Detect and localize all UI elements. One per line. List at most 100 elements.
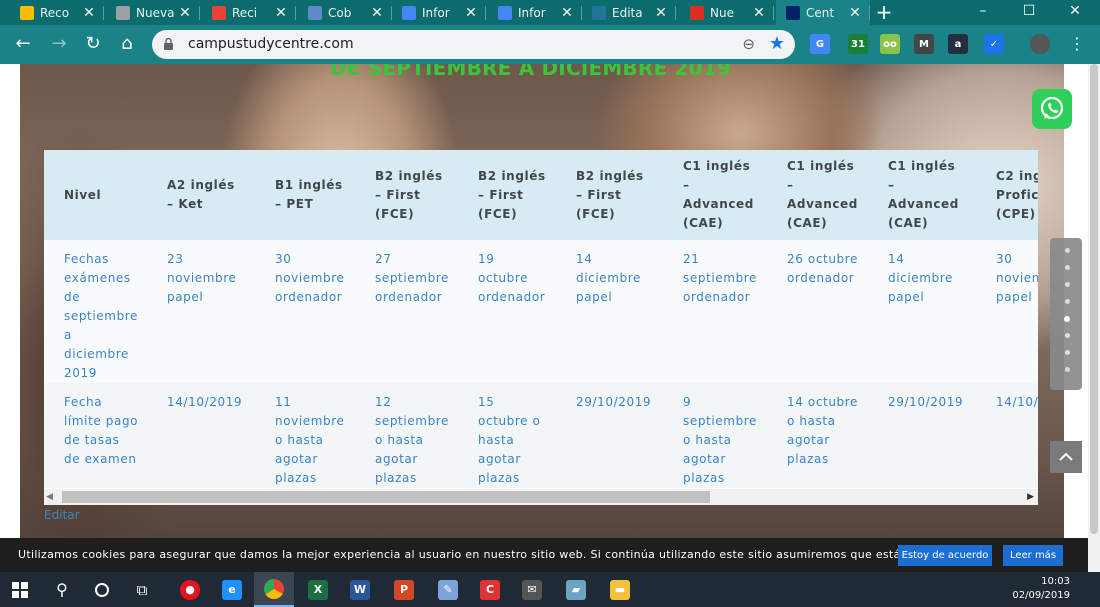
browser-tab[interactable]: Cob ✕ — [298, 0, 392, 25]
paint-icon: ✎ — [438, 579, 458, 600]
cortana-icon[interactable] — [82, 572, 122, 607]
taskbar-app-button[interactable]: ▰ — [556, 572, 596, 607]
powerpoint-icon: P — [394, 579, 414, 600]
taskbar-app-button[interactable]: ▬ — [600, 572, 640, 607]
browser-tab[interactable]: Nueva p✕ — [106, 0, 200, 25]
section-dot[interactable] — [1065, 248, 1070, 253]
close-tab-icon[interactable]: ✕ — [176, 5, 194, 21]
taskbar-app-button[interactable]: P — [384, 572, 424, 607]
table-cell: 30 noviembre papel — [976, 240, 1038, 383]
table-scroll-area[interactable]: Nivel A2 inglés – Ket B1 inglés – PET B2 in… — [44, 150, 1038, 488]
tab-separator — [869, 6, 870, 20]
close-window-button[interactable]: ✕ — [1052, 0, 1098, 25]
taskbar-app-button[interactable]: C — [470, 572, 510, 607]
section-dot[interactable] — [1064, 316, 1070, 322]
back-button[interactable]: ← — [8, 25, 38, 64]
uk-flag-icon — [786, 5, 800, 20]
close-tab-icon[interactable]: ✕ — [80, 5, 98, 21]
search-icon[interactable]: ⚲ — [42, 572, 82, 607]
browser-tab[interactable]: Infor ✕ — [392, 0, 486, 25]
taskbar-app-button[interactable]: X — [298, 572, 338, 607]
close-tab-icon[interactable]: ✕ — [750, 5, 768, 21]
section-dot[interactable] — [1065, 282, 1070, 287]
google-icon — [402, 5, 416, 20]
table-row: Fechas exámenes de septiembre a diciembr… — [44, 240, 1038, 383]
close-tab-icon[interactable]: ✕ — [462, 5, 480, 21]
table-horizontal-scrollbar[interactable]: ◀ ▶ — [44, 489, 1038, 505]
browser-tab[interactable]: Reci ✕ — [202, 0, 296, 25]
section-dot[interactable] — [1065, 333, 1070, 338]
exam-dates-table-widget: Nivel A2 inglés – Ket B1 inglés – PET B2 in… — [44, 150, 1038, 505]
taskbar-app-button[interactable]: e — [212, 572, 252, 607]
profile-avatar-icon[interactable] — [1030, 34, 1050, 54]
browser-tab[interactable]: Edita ✕ — [582, 0, 676, 25]
bookmark-star-icon[interactable]: ★ — [769, 33, 785, 54]
column-header: C2 inglés Proficiency (CPE) — [976, 150, 1038, 240]
read-more-button[interactable]: Leer más — [1003, 545, 1063, 566]
close-tab-icon[interactable]: ✕ — [652, 5, 670, 21]
clock-date: 02/09/2019 — [1012, 590, 1070, 601]
section-dot[interactable] — [1065, 265, 1070, 270]
molecule-extension-icon[interactable]: oo — [880, 34, 900, 54]
windows-taskbar: ⚲ ⧉ 10:03 02/09/2019 ● e X W P ✎ C ✉ ▰ ▬ — [0, 572, 1100, 607]
browser-tab[interactable]: Cent ✕ — [776, 0, 870, 25]
system-clock[interactable]: 10:03 02/09/2019 — [1012, 575, 1070, 603]
table-cell: 23 noviembre papel — [147, 240, 255, 383]
section-dot[interactable] — [1065, 367, 1070, 372]
reload-button[interactable]: ↻ — [78, 25, 108, 64]
shield-check-icon[interactable]: ✓ — [984, 34, 1004, 54]
edit-link[interactable]: Editar — [44, 508, 80, 522]
tab-separator — [199, 6, 200, 20]
section-dot[interactable] — [1065, 299, 1070, 304]
close-tab-icon[interactable]: ✕ — [272, 5, 290, 21]
table-cell: 14 diciembre papel — [868, 240, 976, 383]
app-icon — [690, 5, 704, 20]
taskbar-app-button[interactable]: ● — [170, 572, 210, 607]
tab-separator — [675, 6, 676, 20]
taskbar-app-button[interactable]: W — [340, 572, 380, 607]
zoom-icon[interactable]: ⊖ — [742, 35, 755, 53]
translate-icon[interactable]: G — [810, 34, 830, 54]
accept-cookies-button[interactable]: Estoy de acuerdo — [898, 545, 992, 566]
new-tab-button[interactable]: + — [872, 0, 896, 25]
m-extension-icon[interactable]: M — [914, 34, 934, 54]
section-dot[interactable] — [1065, 350, 1070, 355]
file-explorer-icon: ▬ — [610, 579, 630, 600]
browser-tab[interactable]: Infor ✕ — [488, 0, 582, 25]
browser-tab[interactable]: Reco ✕ — [10, 0, 104, 25]
menu-kebab-icon[interactable]: ⋮ — [1062, 25, 1092, 64]
browser-tab[interactable]: Nue ✕ — [680, 0, 774, 25]
scroll-left-arrow-icon[interactable]: ◀ — [46, 492, 53, 502]
close-tab-icon[interactable]: ✕ — [368, 5, 386, 21]
page-scrollbar-thumb[interactable] — [1090, 64, 1098, 534]
home-button[interactable]: ⌂ — [112, 25, 142, 64]
column-header: B2 inglés – First (FCE) — [556, 150, 663, 240]
table-cell: 26 octubre ordenador — [767, 240, 868, 383]
maximize-button[interactable]: ☐ — [1006, 0, 1052, 25]
table-cell: 14 diciembre papel — [556, 240, 663, 383]
amazon-icon[interactable]: a — [948, 34, 968, 54]
taskbar-app-button[interactable]: ✎ — [428, 572, 468, 607]
scroll-right-arrow-icon[interactable]: ▶ — [1027, 492, 1034, 502]
column-header: C1 inglés – Advanced (CAE) — [663, 150, 767, 240]
tab-label: Cob — [328, 5, 352, 20]
close-tab-icon[interactable]: ✕ — [846, 5, 864, 21]
scrollbar-thumb[interactable] — [62, 491, 710, 503]
tab-separator — [485, 6, 486, 20]
forward-button[interactable]: → — [44, 25, 74, 64]
exam-dates-table: Nivel A2 inglés – Ket B1 inglés – PET B2 in… — [44, 150, 1038, 488]
whatsapp-icon[interactable] — [1032, 89, 1072, 129]
taskbar-app-button[interactable]: ✉ — [512, 572, 552, 607]
table-cell: 19 octubre ordenador — [458, 240, 556, 383]
table-cell: 14/10/2019 — [976, 383, 1038, 488]
address-bar[interactable]: campustudycentre.com ⊖ ★ — [152, 30, 795, 59]
taskbar-app-button[interactable] — [254, 572, 294, 607]
scroll-to-top-button[interactable] — [1050, 441, 1082, 473]
tab-label: Cent — [806, 5, 835, 20]
close-tab-icon[interactable]: ✕ — [558, 5, 576, 21]
task-view-icon[interactable]: ⧉ — [122, 572, 162, 607]
start-button[interactable] — [0, 572, 40, 607]
minimize-button[interactable]: – — [960, 0, 1006, 25]
calendar-extension-icon[interactable]: 31 — [848, 34, 868, 54]
page-scrollbar[interactable] — [1088, 64, 1100, 572]
